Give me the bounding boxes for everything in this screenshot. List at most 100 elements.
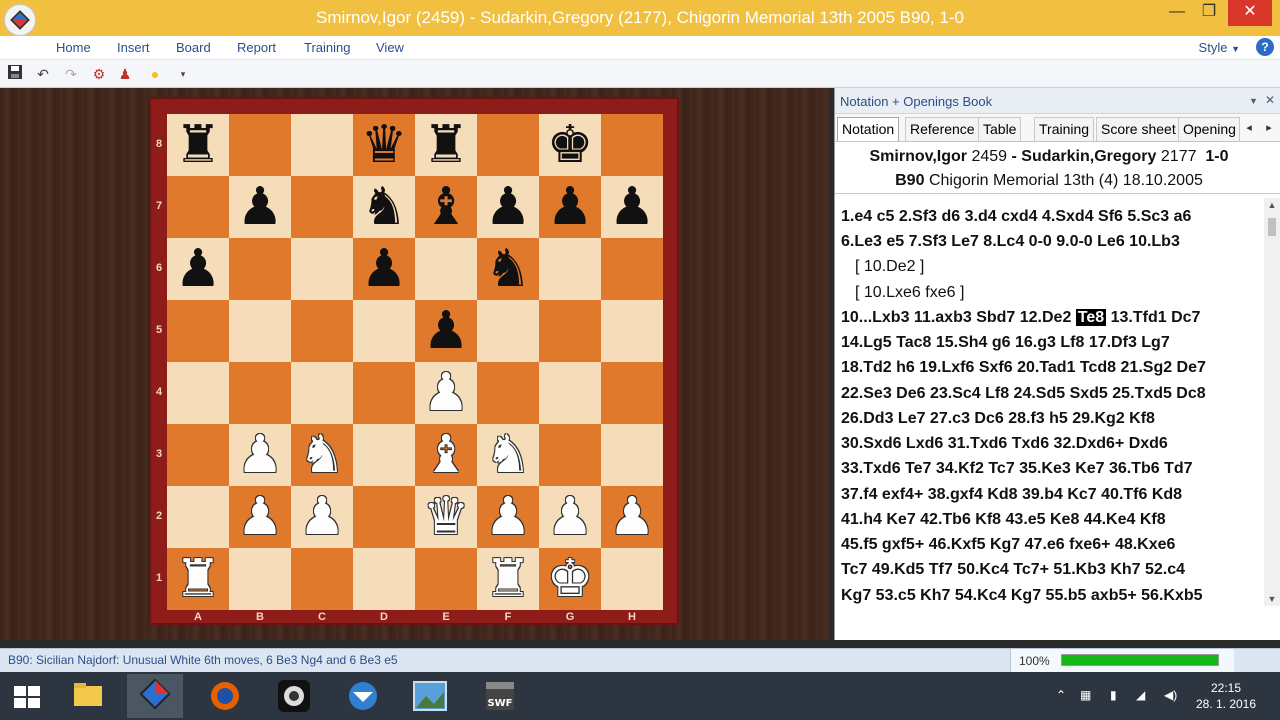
white-king-icon[interactable]: ♚ [539, 548, 601, 610]
engine-icon[interactable]: ⚙ [88, 64, 110, 84]
tab-score-sheet[interactable]: Score sheet [1096, 117, 1181, 141]
square-g5[interactable] [539, 300, 601, 362]
white-pawn-icon[interactable]: ♟ [601, 486, 663, 548]
save-icon[interactable] [4, 64, 26, 84]
square-b6[interactable] [229, 238, 291, 300]
white-knight-icon[interactable]: ♞ [291, 424, 353, 486]
white-pawn-icon[interactable]: ♟ [229, 486, 291, 548]
menu-report[interactable]: Report [237, 40, 276, 55]
square-f5[interactable] [477, 300, 539, 362]
square-a7[interactable] [167, 176, 229, 238]
menu-home[interactable]: Home [56, 40, 91, 55]
black-pawn-icon[interactable]: ♟ [477, 176, 539, 238]
file-explorer-icon[interactable] [60, 674, 116, 718]
square-c6[interactable] [291, 238, 353, 300]
square-d4[interactable] [353, 362, 415, 424]
white-pawn-icon[interactable]: ♟ [539, 486, 601, 548]
move-line[interactable]: 26.Dd3 Le7 27.c3 Dc6 28.f3 h5 29.Kg2 Kf8 [841, 410, 1155, 428]
menu-insert[interactable]: Insert [117, 40, 150, 55]
tray-action-center-icon[interactable]: ▦ [1080, 688, 1091, 702]
black-rook-icon[interactable]: ♜ [167, 114, 229, 176]
tray-arrow-icon[interactable]: ⌃ [1056, 688, 1066, 702]
black-pawn-icon[interactable]: ♟ [229, 176, 291, 238]
black-pawn-icon[interactable]: ♟ [167, 238, 229, 300]
white-rook-icon[interactable]: ♜ [167, 548, 229, 610]
square-g4[interactable] [539, 362, 601, 424]
tab-next-icon[interactable]: ▸ [1261, 119, 1277, 137]
black-bishop-icon[interactable]: ♝ [415, 176, 477, 238]
square-c4[interactable] [291, 362, 353, 424]
zoom-indicator[interactable]: 100% [1010, 649, 1234, 672]
tab-training[interactable]: Training [1034, 117, 1095, 141]
chessbase-icon[interactable] [127, 674, 183, 718]
tray-battery-icon[interactable]: ▮ [1110, 688, 1117, 702]
redo-icon[interactable]: ↷ [60, 64, 82, 84]
figure-icon[interactable]: ♟ [114, 64, 136, 84]
panel-menu-icon[interactable]: ▼ [1249, 96, 1258, 106]
chess-board[interactable]: ♜ ♛ ♜ ♚ ♟ ♞ ♝ ♟ ♟ ♟ ♟ ♟ ♞ ♟ ♟ ♟ ♞ ♝ ♞ ♟ ♟ ♛ ♟ ♟ ♟ ♜ ♜ ♚ [167, 114, 663, 610]
undo-icon[interactable]: ↶ [32, 64, 54, 84]
maximize-button[interactable]: ❐ [1192, 0, 1226, 26]
tab-reference[interactable]: Reference [905, 117, 980, 141]
move-line[interactable]: Kg7 53.c5 Kh7 54.Kc4 Kg7 55.b5 axb5+ 56.… [841, 587, 1203, 605]
tab-table[interactable]: Table [978, 117, 1022, 141]
black-rook-icon[interactable]: ♜ [415, 114, 477, 176]
square-b5[interactable] [229, 300, 291, 362]
square-f8[interactable] [477, 114, 539, 176]
square-h3[interactable] [601, 424, 663, 486]
toolbar-dropdown-icon[interactable]: ▾ [172, 64, 194, 84]
square-a4[interactable] [167, 362, 229, 424]
square-d5[interactable] [353, 300, 415, 362]
white-knight-icon[interactable]: ♞ [477, 424, 539, 486]
square-a5[interactable] [167, 300, 229, 362]
scroll-up-icon[interactable]: ▲ [1264, 200, 1280, 210]
tab-opening[interactable]: Opening [1178, 117, 1240, 141]
help-icon[interactable]: ? [1256, 38, 1274, 56]
tray-volume-icon[interactable]: ◀) [1164, 688, 1177, 702]
move-line[interactable]: 6.Le3 e5 7.Sf3 Le7 8.Lc4 0-0 9.0-0 Le6 1… [841, 233, 1180, 251]
square-e6[interactable] [415, 238, 477, 300]
move-line[interactable]: 10...Lxb3 11.axb3 Sbd7 12.De2 Te8 13.Tfd… [841, 309, 1200, 327]
black-pawn-icon[interactable]: ♟ [539, 176, 601, 238]
move-line[interactable]: 37.f4 exf4+ 38.gxf4 Kd8 39.b4 Kc7 40.Tf6… [841, 486, 1182, 504]
move-list[interactable]: 1.e4 c5 2.Sf3 d6 3.d4 cxd4 4.Sxd4 Sf6 5.… [835, 198, 1265, 606]
white-pawn-icon[interactable]: ♟ [291, 486, 353, 548]
move-line[interactable]: 45.f5 gxf5+ 46.Kxf5 Kg7 47.e6 fxe6+ 48.K… [841, 536, 1175, 554]
white-bishop-icon[interactable]: ♝ [415, 424, 477, 486]
firefox-icon[interactable] [197, 674, 253, 718]
variation-line[interactable]: [ 10.De2 ] [855, 258, 924, 276]
scroll-thumb[interactable] [1268, 218, 1276, 236]
square-h5[interactable] [601, 300, 663, 362]
close-button[interactable]: ✕ [1228, 0, 1272, 26]
tray-network-icon[interactable]: ◢ [1136, 688, 1145, 702]
square-a3[interactable] [167, 424, 229, 486]
white-pawn-icon[interactable]: ♟ [477, 486, 539, 548]
menu-training[interactable]: Training [304, 40, 350, 55]
square-a2[interactable] [167, 486, 229, 548]
black-pawn-icon[interactable]: ♟ [415, 300, 477, 362]
square-c7[interactable] [291, 176, 353, 238]
square-h4[interactable] [601, 362, 663, 424]
square-b8[interactable] [229, 114, 291, 176]
square-c1[interactable] [291, 548, 353, 610]
white-pawn-icon[interactable]: ♟ [229, 424, 291, 486]
move-line[interactable]: 1.e4 c5 2.Sf3 d6 3.d4 cxd4 4.Sxd4 Sf6 5.… [841, 208, 1191, 226]
square-c8[interactable] [291, 114, 353, 176]
menu-view[interactable]: View [376, 40, 404, 55]
tab-prev-icon[interactable]: ◂ [1241, 119, 1257, 137]
square-h8[interactable] [601, 114, 663, 176]
variation-line[interactable]: [ 10.Lxe6 fxe6 ] [855, 284, 964, 302]
move-list-scrollbar[interactable]: ▲ ▼ [1264, 198, 1280, 606]
move-line[interactable]: 30.Sxd6 Lxd6 31.Txd6 Txd6 32.Dxd6+ Dxd6 [841, 435, 1168, 453]
black-pawn-icon[interactable]: ♟ [353, 238, 415, 300]
square-b1[interactable] [229, 548, 291, 610]
move-line[interactable]: 41.h4 Ke7 42.Tb6 Kf8 43.e5 Ke8 44.Ke4 Kf… [841, 511, 1166, 529]
swf-icon[interactable]: SWF [472, 674, 528, 718]
square-g3[interactable] [539, 424, 601, 486]
panel-close-icon[interactable]: ✕ [1265, 93, 1275, 107]
current-move[interactable]: Te8 [1075, 309, 1107, 326]
square-f4[interactable] [477, 362, 539, 424]
white-queen-icon[interactable]: ♛ [415, 486, 477, 548]
minimize-button[interactable]: — [1160, 0, 1194, 26]
menu-board[interactable]: Board [176, 40, 211, 55]
